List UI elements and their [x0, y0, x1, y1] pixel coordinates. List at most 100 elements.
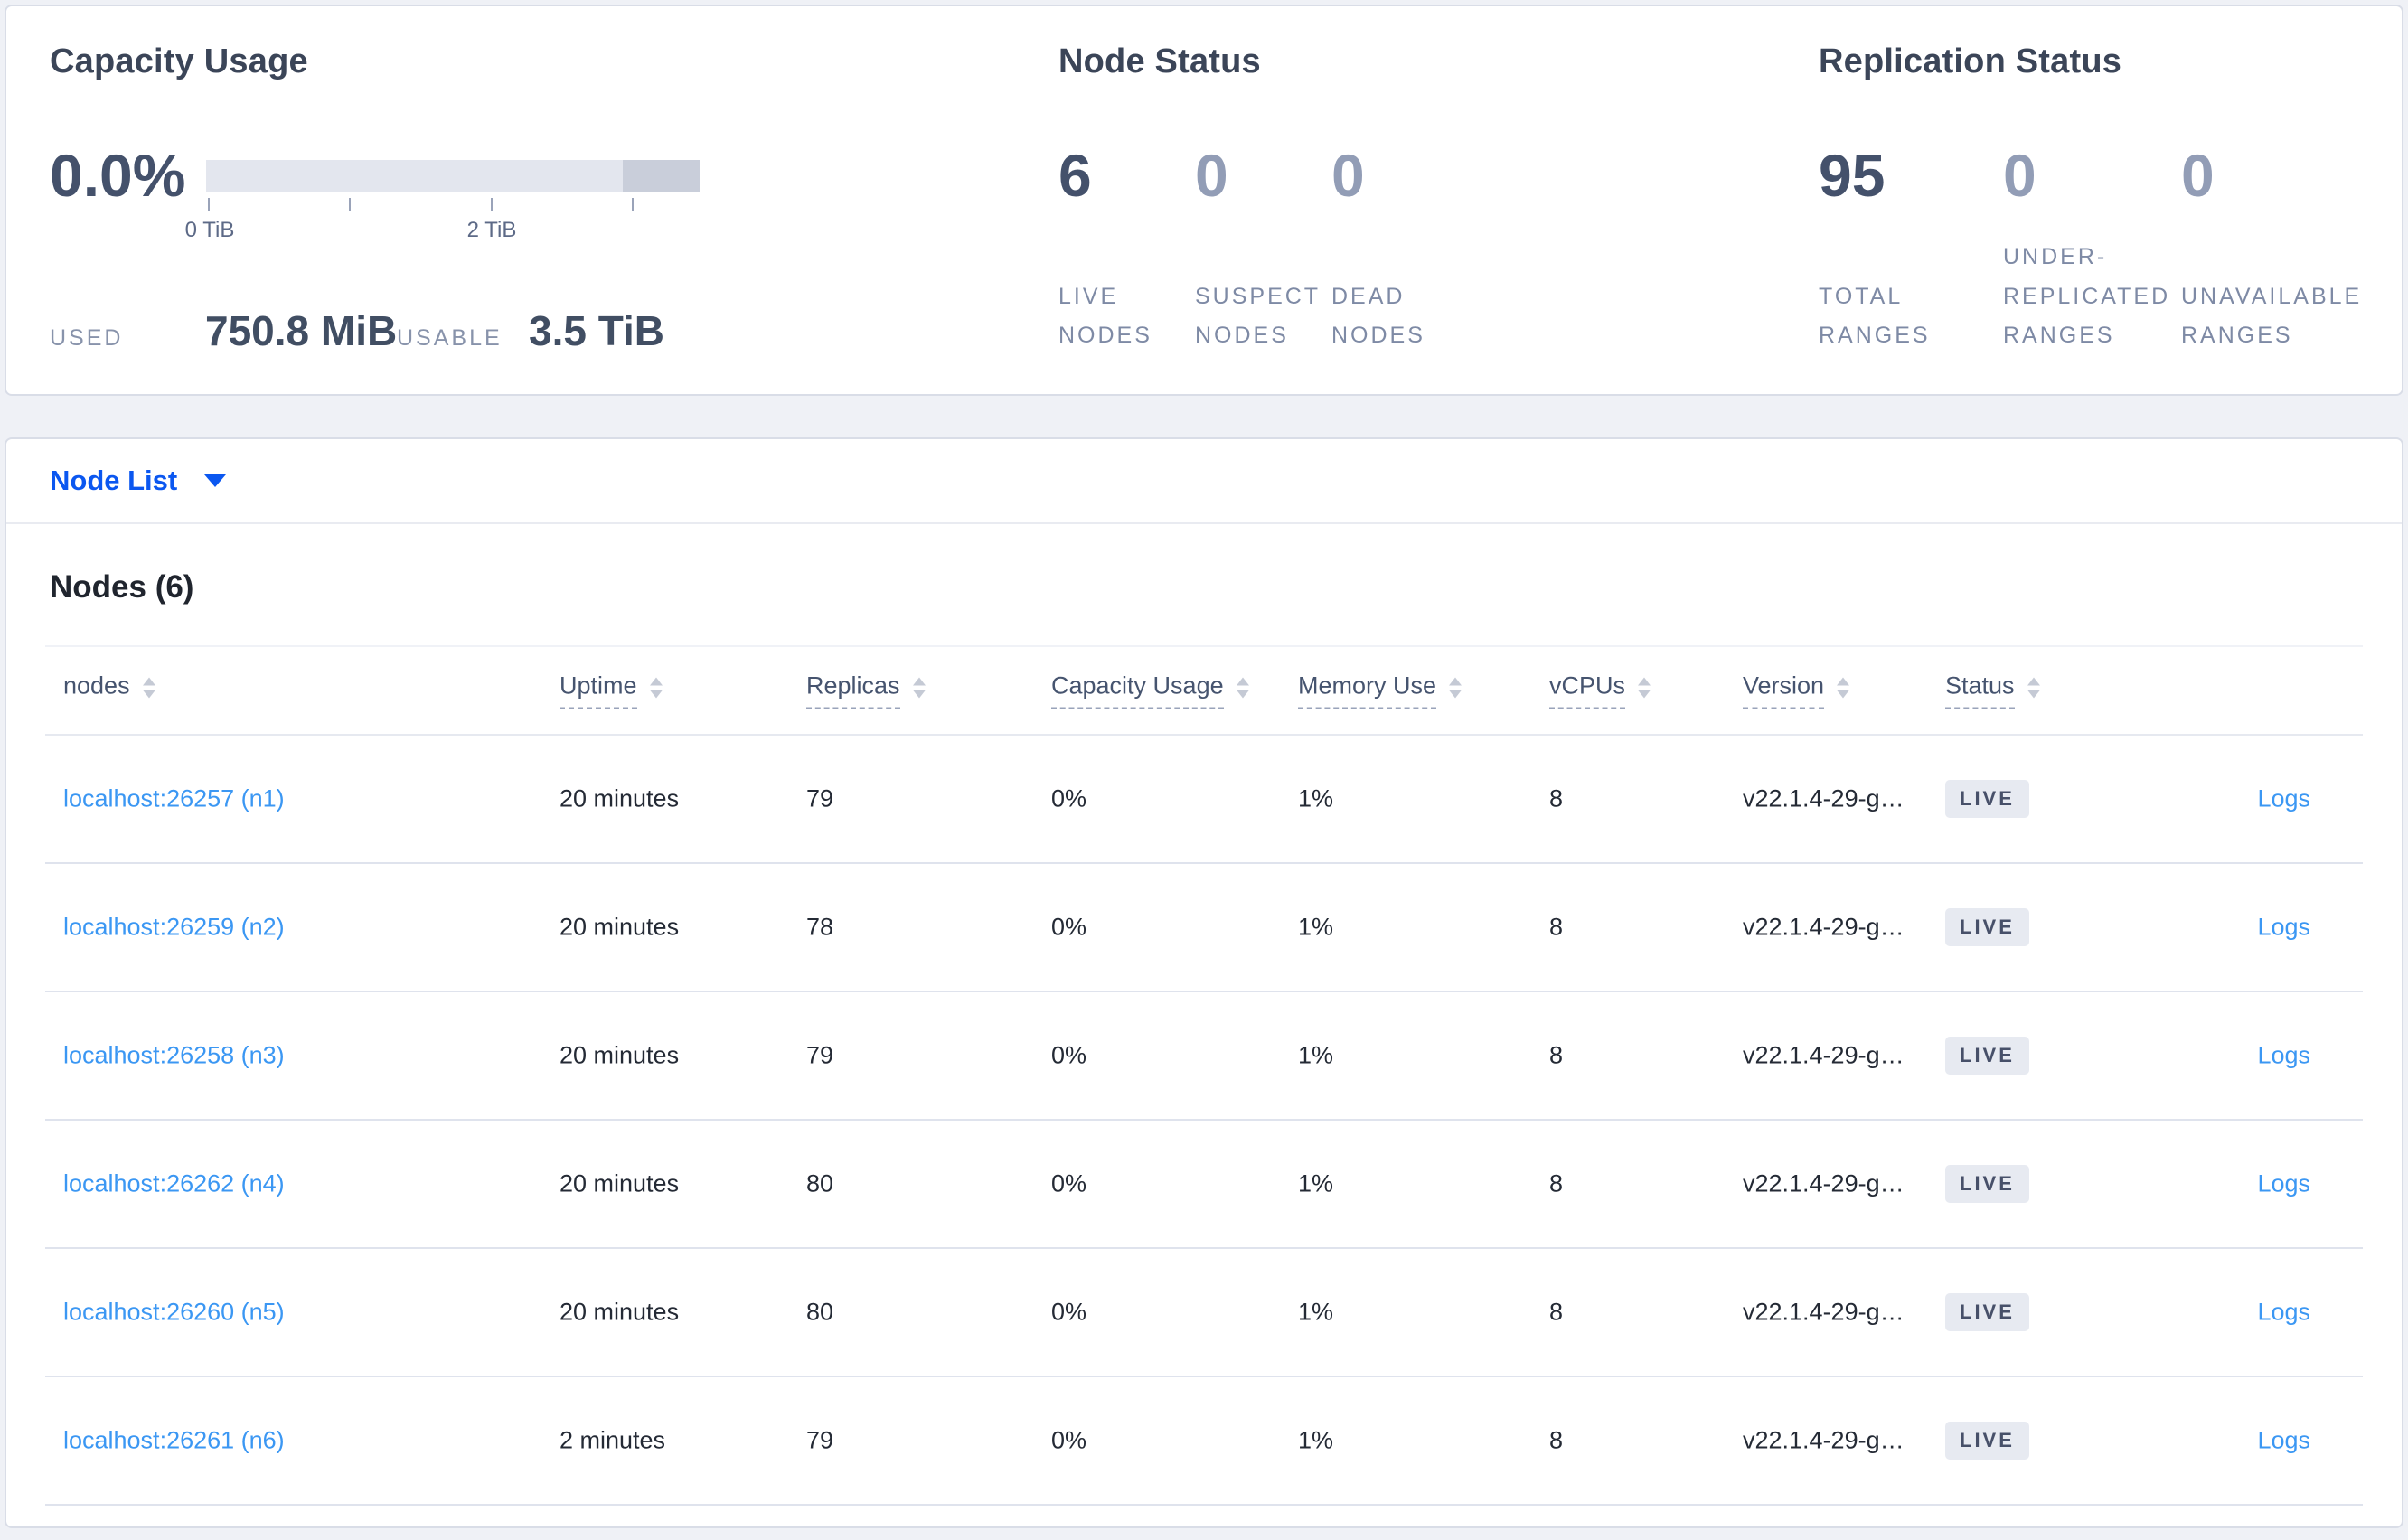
sort-icon	[142, 677, 155, 704]
version-cell: v22.1.4-29-g…	[1743, 1169, 1905, 1197]
logs-link[interactable]: Logs	[2257, 1427, 2310, 1455]
table-row: localhost:26259 (n2) 20 minutes 78 0% 1%…	[45, 864, 2363, 992]
node-link[interactable]: localhost:26259 (n2)	[63, 914, 285, 942]
table-row: localhost:26258 (n3) 20 minutes 79 0% 1%…	[45, 992, 2363, 1121]
vcpus-cell: 8	[1549, 1426, 1564, 1454]
capacity-usage-footer: USED 750.8 MiB USABLE 3.5 TiB	[50, 306, 664, 355]
node-link[interactable]: localhost:26258 (n3)	[63, 1042, 285, 1070]
capacity-gauge-axis: 0 TiB 2 TiB	[185, 198, 700, 252]
unavailable-ranges-value: 0	[2181, 142, 2215, 209]
column-header-version[interactable]: Version	[1743, 672, 1850, 709]
version-cell: v22.1.4-29-g…	[1743, 784, 1905, 812]
nodes-table-heading: Nodes (6)	[50, 569, 194, 605]
node-link[interactable]: localhost:26257 (n1)	[63, 785, 285, 813]
capacity-percent-value: 0.0%	[50, 142, 186, 209]
sort-icon	[1638, 677, 1651, 704]
axis-tick-label: 2 TiB	[466, 218, 517, 242]
capacity-usage-cell: 0%	[1051, 1298, 1087, 1326]
uptime-cell: 2 minutes	[560, 1426, 666, 1454]
replicas-cell: 79	[806, 784, 834, 812]
vcpus-cell: 8	[1549, 1298, 1564, 1326]
uptime-cell: 20 minutes	[560, 1298, 680, 1326]
capacity-usage-cell: 0%	[1051, 1041, 1087, 1069]
node-list-dropdown[interactable]: Node List	[6, 439, 2402, 524]
live-nodes-value: 6	[1058, 142, 1092, 209]
column-header-label: Status	[1945, 672, 2015, 709]
total-ranges-value: 95	[1819, 142, 1886, 209]
axis-tick-label: 0 TiB	[184, 218, 235, 242]
column-header-status[interactable]: Status	[1945, 672, 2040, 709]
replicas-cell: 79	[806, 1041, 834, 1069]
vcpus-cell: 8	[1549, 1041, 1564, 1069]
node-link[interactable]: localhost:26261 (n6)	[63, 1427, 285, 1455]
node-list-dropdown-label: Node List	[50, 465, 178, 496]
axis-tick	[491, 198, 493, 211]
status-badge: LIVE	[1945, 1165, 2029, 1203]
version-cell: v22.1.4-29-g…	[1743, 1041, 1905, 1069]
capacity-usage-cell: 0%	[1051, 913, 1087, 941]
suspect-nodes-value: 0	[1195, 142, 1228, 209]
vcpus-cell: 8	[1549, 784, 1564, 812]
column-header-vcpus[interactable]: vCPUs	[1549, 672, 1651, 709]
memory-use-cell: 1%	[1298, 784, 1334, 812]
column-header-label: Memory Use	[1298, 672, 1437, 709]
version-cell: v22.1.4-29-g…	[1743, 1298, 1905, 1326]
logs-link[interactable]: Logs	[2257, 785, 2310, 813]
sort-icon	[2027, 677, 2040, 704]
logs-link[interactable]: Logs	[2257, 1170, 2310, 1198]
used-label: USED	[50, 325, 124, 351]
table-row: localhost:26262 (n4) 20 minutes 80 0% 1%…	[45, 1121, 2363, 1249]
replicas-cell: 78	[806, 913, 834, 941]
column-header-label: Replicas	[806, 672, 900, 709]
column-header-capacity-usage[interactable]: Capacity Usage	[1051, 672, 1249, 709]
axis-tick	[208, 198, 210, 211]
chevron-down-icon	[204, 474, 227, 487]
column-header-nodes[interactable]: nodes	[63, 672, 155, 709]
suspect-nodes-label: SUSPECT NODES	[1195, 283, 1321, 349]
sort-icon	[1837, 677, 1850, 704]
sort-icon	[912, 677, 926, 704]
replicas-cell: 80	[806, 1169, 834, 1197]
column-header-uptime[interactable]: Uptime	[560, 672, 663, 709]
capacity-usage-cell: 0%	[1051, 1169, 1087, 1197]
usable-label: USABLE	[397, 325, 503, 351]
column-header-label: Uptime	[560, 672, 637, 709]
uptime-cell: 20 minutes	[560, 913, 680, 941]
dead-nodes-label: DEAD NODES	[1331, 283, 1425, 349]
sort-icon	[1449, 677, 1463, 704]
uptime-cell: 20 minutes	[560, 784, 680, 812]
node-link[interactable]: localhost:26260 (n5)	[63, 1299, 285, 1327]
table-row: localhost:26260 (n5) 20 minutes 80 0% 1%…	[45, 1249, 2363, 1377]
capacity-usage-title: Capacity Usage	[50, 42, 308, 80]
usable-value: 3.5 TiB	[529, 307, 664, 354]
dead-nodes-value: 0	[1331, 142, 1365, 209]
replicas-cell: 79	[806, 1426, 834, 1454]
node-link[interactable]: localhost:26262 (n4)	[63, 1170, 285, 1198]
sort-icon	[649, 677, 663, 704]
logs-link[interactable]: Logs	[2257, 914, 2310, 942]
memory-use-cell: 1%	[1298, 1426, 1334, 1454]
total-ranges-label: TOTAL RANGES	[1819, 283, 1931, 349]
node-status-title: Node Status	[1058, 42, 1261, 80]
used-value: 750.8 MiB	[205, 307, 398, 354]
column-header-replicas[interactable]: Replicas	[806, 672, 926, 709]
axis-tick	[632, 198, 634, 211]
memory-use-cell: 1%	[1298, 1041, 1334, 1069]
column-header-label: vCPUs	[1549, 672, 1626, 709]
under-replicated-ranges-value: 0	[2003, 142, 2036, 209]
cluster-summary-panel: Capacity Usage 0.0% 0 TiB 2 TiB USED 750…	[5, 5, 2403, 396]
capacity-gauge-bar	[206, 160, 700, 192]
status-badge: LIVE	[1945, 1037, 2029, 1075]
status-badge: LIVE	[1945, 908, 2029, 946]
column-header-memory-use[interactable]: Memory Use	[1298, 672, 1463, 709]
capacity-usage-cell: 0%	[1051, 784, 1087, 812]
uptime-cell: 20 minutes	[560, 1169, 680, 1197]
live-nodes-label: LIVE NODES	[1058, 283, 1152, 349]
logs-link[interactable]: Logs	[2257, 1042, 2310, 1070]
vcpus-cell: 8	[1549, 1169, 1564, 1197]
under-replicated-ranges-label: UNDER-REPLICATED RANGES	[2003, 243, 2171, 349]
memory-use-cell: 1%	[1298, 1298, 1334, 1326]
version-cell: v22.1.4-29-g…	[1743, 1426, 1905, 1454]
table-row: localhost:26261 (n6) 2 minutes 79 0% 1% …	[45, 1377, 2363, 1506]
logs-link[interactable]: Logs	[2257, 1299, 2310, 1327]
